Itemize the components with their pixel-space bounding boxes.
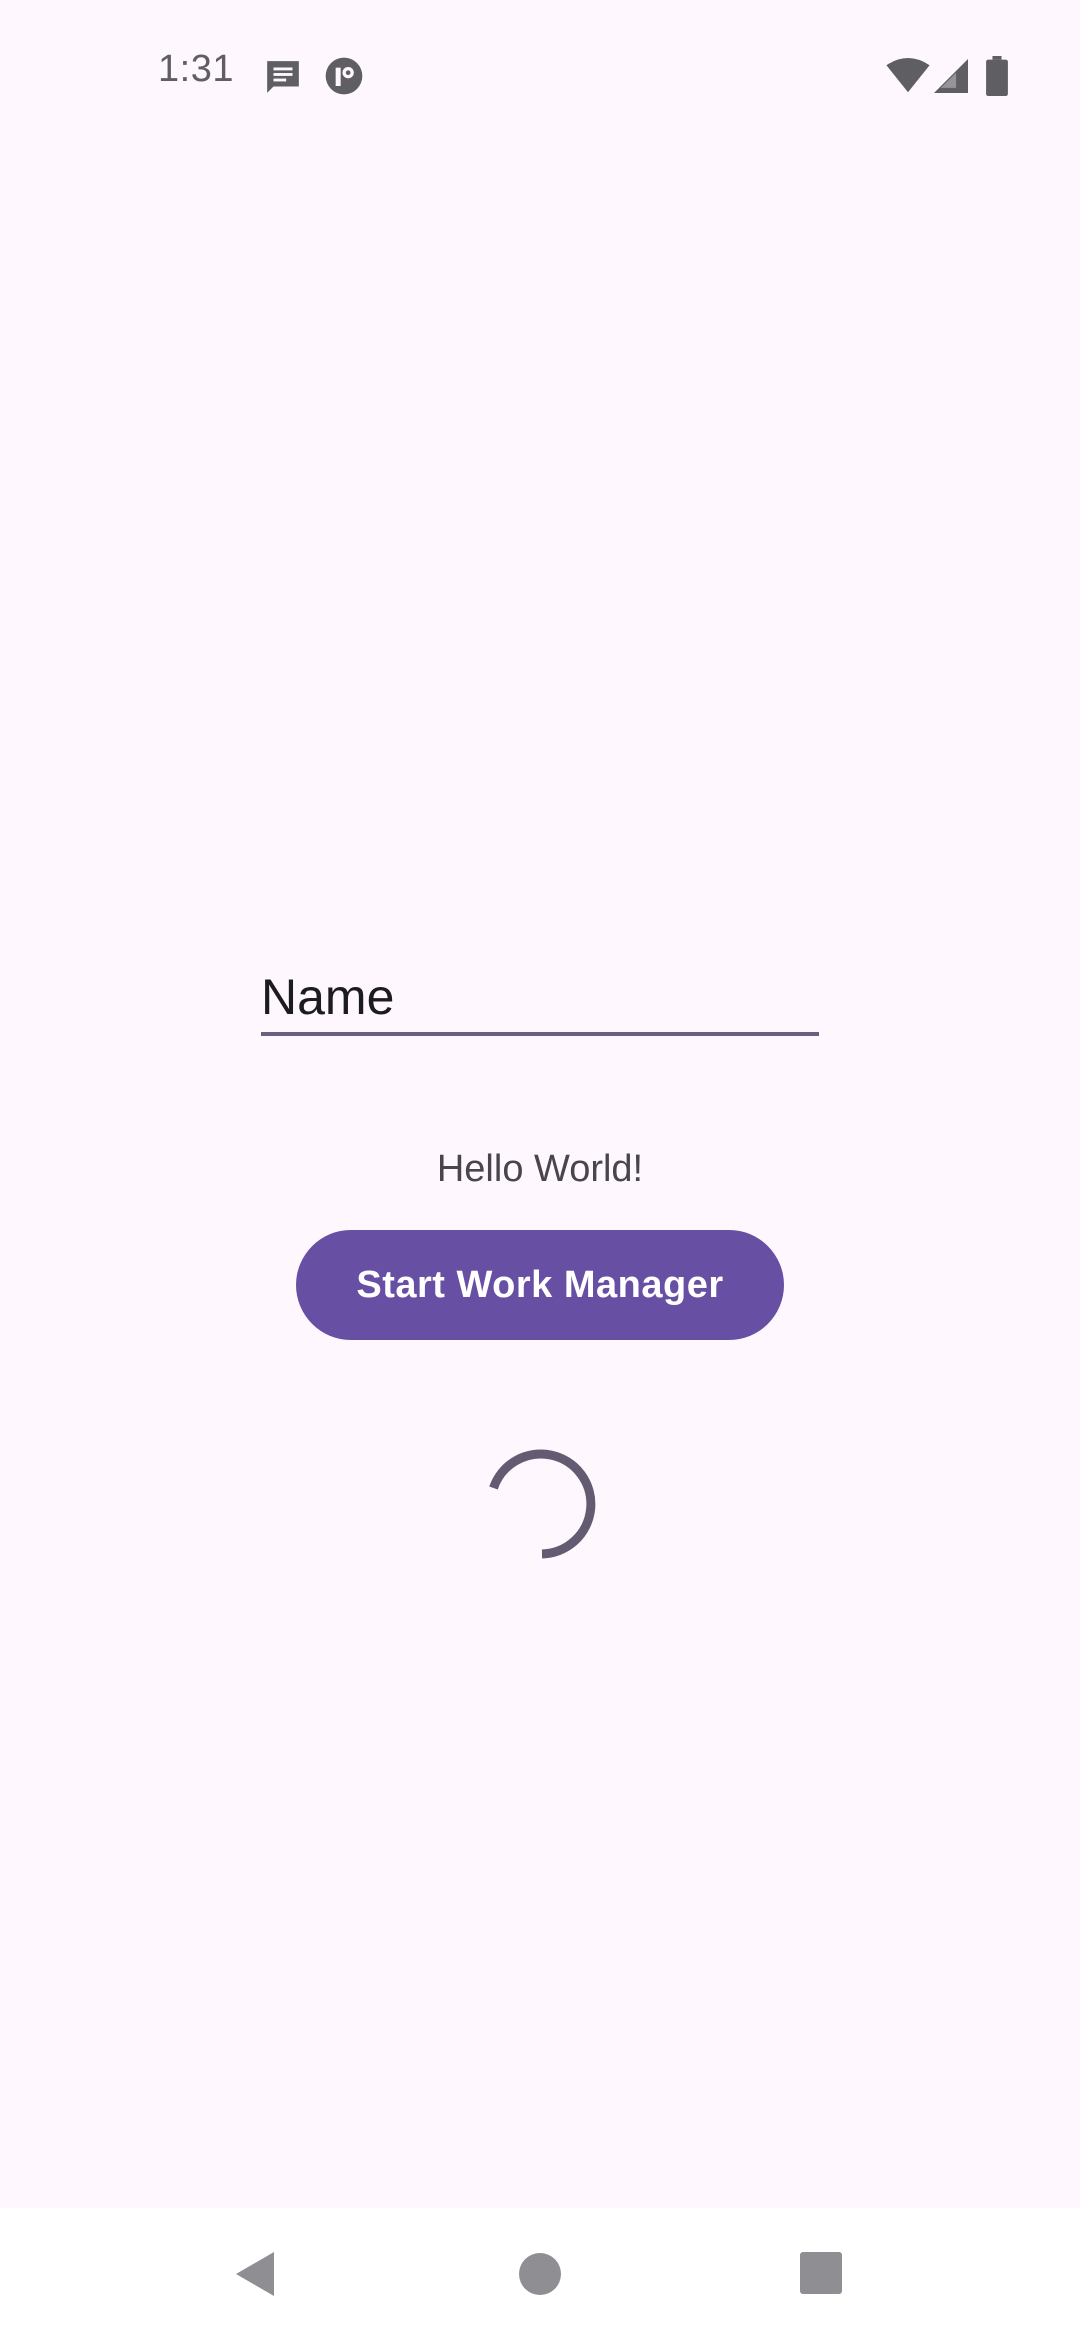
wifi-icon: [886, 58, 930, 93]
name-field-value: Name: [261, 969, 395, 1025]
recents-icon[interactable]: [800, 2252, 842, 2294]
circle-app-icon: [325, 57, 363, 95]
status-bar: 1:31: [0, 0, 1080, 150]
progress-spinner: [489, 1449, 596, 1559]
cell-signal-icon: [934, 59, 968, 93]
battery-icon: [986, 56, 1008, 96]
message-icon: [267, 61, 299, 93]
greeting-text: Hello World!: [436, 1148, 644, 1190]
back-icon[interactable]: [234, 2250, 278, 2298]
start-work-manager-button[interactable]: Start Work Manager: [296, 1230, 784, 1340]
navigation-bar: [0, 2208, 1080, 2340]
status-time: 1:31: [158, 48, 234, 90]
name-field[interactable]: Name: [261, 960, 819, 1036]
home-icon[interactable]: [518, 2252, 562, 2296]
